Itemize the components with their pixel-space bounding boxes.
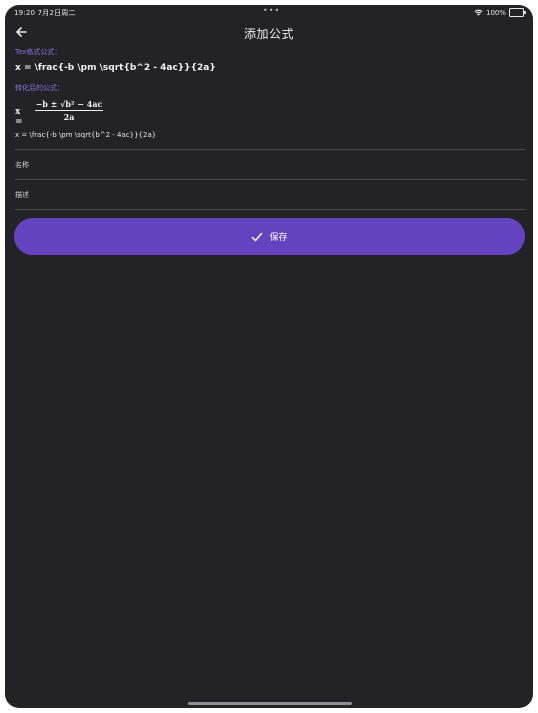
converted-formula-label: 转化后的公式： (15, 84, 64, 92)
home-indicator[interactable] (188, 702, 352, 705)
wifi-icon (474, 9, 483, 16)
status-time-date: 19:20 7月2日周二 (14, 9, 76, 17)
tex-format-label: Tex格式公式： (15, 48, 62, 56)
multitasking-dots[interactable]: ••• (263, 6, 280, 15)
formula-numerator: −b ± √b² − 4ac (35, 99, 103, 109)
page-title: 添加公式 (243, 27, 294, 41)
app-screen: 19:20 7月2日周二 ••• 100% 添加公式 Tex格式公式： x = … (5, 5, 533, 708)
fraction-bar (35, 110, 103, 111)
description-field (15, 181, 525, 210)
formula-field (15, 121, 525, 150)
save-button[interactable]: 保存 (14, 218, 525, 255)
battery-percentage: 100% (485, 8, 506, 17)
save-button-label: 保存 (269, 233, 288, 243)
status-indicators: 100% (474, 8, 526, 17)
formula-input[interactable] (15, 127, 525, 143)
tex-formula-text: x = \frac{-b \pm \sqrt{b^2 - 4ac}}{2a} (15, 63, 216, 73)
name-field (15, 151, 525, 180)
battery-icon (509, 8, 526, 17)
formula-fraction: −b ± √b² − 4ac 2a (35, 99, 103, 122)
checkmark-icon (252, 232, 263, 241)
status-bar: 19:20 7月2日周二 ••• 100% (5, 5, 533, 19)
name-input[interactable] (15, 157, 525, 173)
description-input[interactable] (15, 187, 525, 203)
navigation-bar: 添加公式 (5, 21, 533, 45)
